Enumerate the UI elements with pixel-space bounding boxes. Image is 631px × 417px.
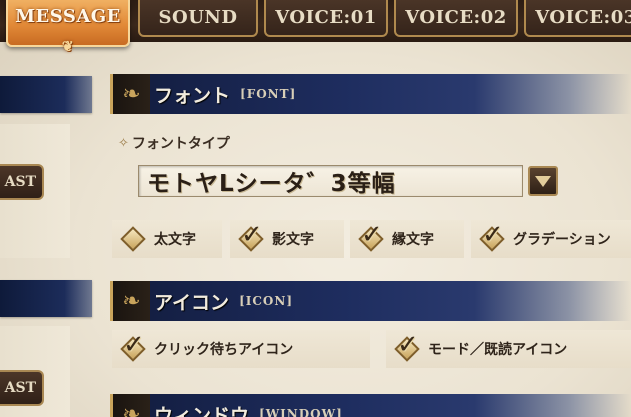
tab-voice-03[interactable]: VOICE:03 — [524, 0, 631, 37]
option-bold-label: 太文字 — [154, 232, 196, 248]
last-button[interactable]: AST — [0, 370, 44, 406]
window-section-subtitle: [WINDOW] — [259, 407, 343, 417]
tab-sound[interactable]: SOUND — [138, 0, 258, 37]
font-section-header: ❧ フォント [FONT] — [110, 74, 631, 114]
option-click-wait-label: クリック待ちアイコン — [154, 342, 294, 358]
font-type-label: ✧ フォントタイプ — [118, 133, 230, 153]
checkbox-checked-icon: ✓ — [356, 220, 386, 254]
option-outline[interactable]: ✓ 縁文字 — [350, 220, 464, 258]
arrow-icon: ✧ — [118, 135, 129, 151]
option-gradation[interactable]: ✓ グラデーション — [471, 220, 631, 258]
font-section-title: フォント — [154, 84, 231, 107]
icon-section-header: ❧ アイコン [ICON] — [110, 281, 631, 321]
last-button-label: AST — [4, 380, 36, 396]
tab-message[interactable]: MESSAGE ❦ — [6, 0, 130, 54]
checkbox-checked-icon: ✓ — [392, 330, 422, 364]
font-select[interactable]: モトヤLシータ゛3等幅 — [138, 165, 523, 197]
tab-ornament-icon: ❦ — [61, 39, 75, 55]
ornament-icon: ❧ — [110, 394, 150, 417]
option-bold[interactable]: 太文字 — [112, 220, 222, 258]
checkbox-icon — [118, 224, 148, 254]
icon-section-title: アイコン — [154, 291, 230, 314]
font-dropdown-button[interactable] — [528, 166, 558, 196]
option-gradation-label: グラデーション — [513, 232, 611, 248]
font-type-label-text: フォントタイプ — [131, 136, 230, 152]
option-outline-label: 縁文字 — [392, 232, 434, 248]
tab-message-label: MESSAGE — [15, 6, 121, 27]
option-shadow-label: 影文字 — [272, 232, 314, 248]
window-section-header: ❧ ウィンドウ [WINDOW] — [110, 394, 631, 417]
tab-voice-01-label: VOICE:01 — [275, 7, 377, 28]
left-panel-header — [0, 76, 92, 113]
tab-sound-label: SOUND — [158, 7, 238, 28]
left-panel-header — [0, 280, 92, 317]
option-shadow[interactable]: ✓ 影文字 — [230, 220, 344, 258]
tab-bar: SOUND VOICE:01 VOICE:02 VOICE:03 MESSAGE… — [0, 0, 631, 54]
option-mode-read-icon[interactable]: ✓ モード／既読アイコン — [386, 330, 631, 368]
tab-voice-03-label: VOICE:03 — [535, 7, 631, 28]
font-section-subtitle: [FONT] — [240, 87, 297, 101]
font-select-value: モトヤLシータ゛3等幅 — [147, 171, 396, 197]
option-click-wait-icon[interactable]: ✓ クリック待ちアイコン — [112, 330, 370, 368]
ornament-icon: ❧ — [110, 281, 150, 321]
tab-voice-02-label: VOICE:02 — [405, 7, 507, 28]
checkbox-checked-icon: ✓ — [236, 220, 266, 254]
tab-voice-02[interactable]: VOICE:02 — [394, 0, 518, 37]
last-button[interactable]: AST — [0, 164, 44, 200]
checkbox-checked-icon: ✓ — [118, 330, 148, 364]
tab-voice-01[interactable]: VOICE:01 — [264, 0, 388, 37]
dropdown-arrow-icon — [535, 175, 551, 187]
option-mode-read-label: モード／既読アイコン — [428, 342, 568, 358]
checkbox-checked-icon: ✓ — [477, 220, 507, 254]
icon-section-subtitle: [ICON] — [239, 294, 294, 308]
window-section-title: ウィンドウ — [154, 404, 250, 417]
last-button-label: AST — [4, 174, 36, 190]
ornament-icon: ❧ — [110, 74, 150, 114]
